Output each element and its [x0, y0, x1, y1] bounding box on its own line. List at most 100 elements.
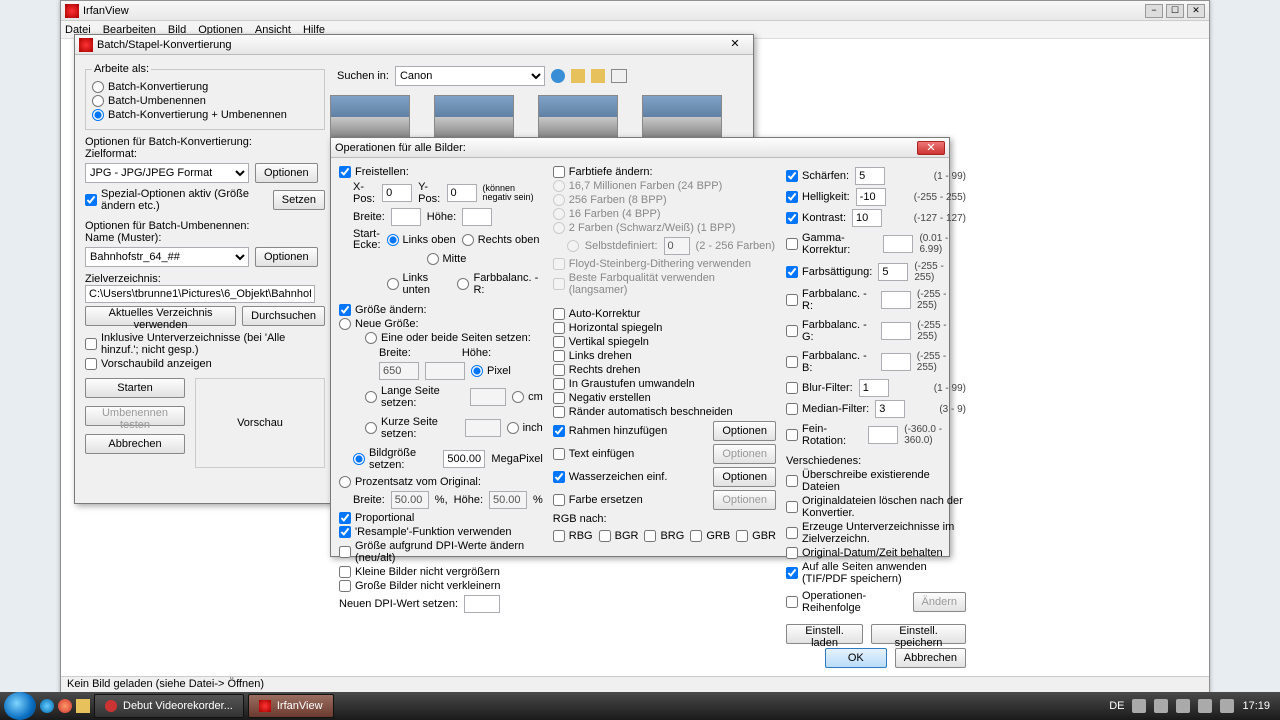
rgb-brg-checkbox[interactable] — [644, 530, 656, 542]
maximize-button[interactable]: ☐ — [1166, 4, 1184, 18]
close-button[interactable]: ✕ — [1187, 4, 1205, 18]
go-icon[interactable] — [551, 69, 565, 83]
crop-checkbox[interactable] — [339, 166, 351, 178]
overwrite-checkbox[interactable] — [786, 475, 798, 487]
blur-checkbox[interactable] — [786, 382, 798, 394]
batch-cancel-button[interactable]: Abbrechen — [85, 434, 185, 454]
ops-titlebar[interactable]: Operationen für alle Bilder: ✕ — [331, 138, 949, 158]
ie-icon[interactable] — [40, 699, 54, 713]
flip-h-checkbox[interactable] — [553, 322, 565, 334]
up-folder-icon[interactable] — [571, 69, 585, 83]
main-titlebar[interactable]: IrfanView − ☐ ✕ — [61, 1, 1209, 21]
explorer-icon[interactable] — [76, 699, 90, 713]
start-button[interactable]: Starten — [85, 378, 185, 398]
text-checkbox[interactable] — [553, 448, 565, 460]
saturation-input[interactable] — [878, 263, 908, 281]
median-input[interactable] — [875, 400, 905, 418]
grayscale-checkbox[interactable] — [553, 378, 565, 390]
color-depth-checkbox[interactable] — [553, 166, 565, 178]
ops-cancel-button[interactable]: Abbrechen — [895, 648, 966, 668]
long-side-radio[interactable] — [365, 391, 377, 403]
xpos-input[interactable] — [382, 184, 412, 202]
frame-options-button[interactable]: Optionen — [713, 421, 776, 441]
browse-dir-button[interactable]: Durchsuchen — [242, 306, 325, 326]
unit-inch-radio[interactable] — [507, 422, 519, 434]
finerot-input[interactable] — [868, 426, 898, 444]
tray-icon[interactable] — [1176, 699, 1190, 713]
save-settings-button[interactable]: Einstell. speichern — [871, 624, 966, 644]
replace-color-checkbox[interactable] — [553, 494, 565, 506]
resize-height-input[interactable] — [425, 362, 465, 380]
short-side-input[interactable] — [465, 419, 501, 437]
percent-radio[interactable] — [339, 476, 351, 488]
negative-checkbox[interactable] — [553, 392, 565, 404]
autocorrect-checkbox[interactable] — [553, 308, 565, 320]
corner-tr-radio[interactable] — [462, 234, 474, 246]
gamma-input[interactable] — [883, 235, 913, 253]
create-subdirs-checkbox[interactable] — [786, 527, 798, 539]
load-settings-button[interactable]: Einstell. laden — [786, 624, 863, 644]
brightness-input[interactable] — [856, 188, 886, 206]
proportional-checkbox[interactable] — [339, 512, 351, 524]
test-rename-button[interactable]: Umbenennen testen — [85, 406, 185, 426]
contrast-checkbox[interactable] — [786, 212, 798, 224]
corner-br-radio[interactable] — [457, 278, 469, 290]
task-irfanview[interactable]: IrfanView — [248, 694, 334, 718]
new-dpi-input[interactable] — [464, 595, 500, 613]
delete-orig-checkbox[interactable] — [786, 501, 798, 513]
oneorboth-radio[interactable] — [365, 332, 377, 344]
tray-icon[interactable] — [1154, 699, 1168, 713]
rotate-right-checkbox[interactable] — [553, 364, 565, 376]
batch-titlebar[interactable]: Batch/Stapel-Konvertierung ✕ — [75, 35, 753, 55]
gamma-checkbox[interactable] — [786, 238, 798, 250]
use-current-dir-button[interactable]: Aktuelles Verzeichnis verwenden — [85, 306, 236, 326]
resample-checkbox[interactable] — [339, 526, 351, 538]
no-enlarge-checkbox[interactable] — [339, 566, 351, 578]
newsize-radio[interactable] — [339, 318, 351, 330]
unit-pixel-radio[interactable] — [471, 365, 483, 377]
crop-height-input[interactable] — [462, 208, 492, 226]
batch-close-button[interactable]: ✕ — [721, 38, 749, 52]
rotate-left-checkbox[interactable] — [553, 350, 565, 362]
ops-close-button[interactable]: ✕ — [917, 141, 945, 155]
ypos-input[interactable] — [447, 184, 477, 202]
mode-ren-radio[interactable] — [92, 95, 104, 107]
mode-both-radio[interactable] — [92, 109, 104, 121]
crop-width-input[interactable] — [391, 208, 421, 226]
look-in-select[interactable]: Canon — [395, 66, 545, 86]
show-preview-checkbox[interactable] — [85, 358, 97, 370]
clock[interactable]: 17:19 — [1242, 700, 1270, 712]
dpi-resize-checkbox[interactable] — [339, 546, 351, 558]
rgb-grb-checkbox[interactable] — [690, 530, 702, 542]
special-options-checkbox[interactable] — [85, 194, 97, 206]
set-options-button[interactable]: Setzen — [273, 190, 325, 210]
frame-checkbox[interactable] — [553, 425, 565, 437]
imgsize-input[interactable] — [443, 450, 485, 468]
contrast-input[interactable] — [852, 209, 882, 227]
mode-conv-radio[interactable] — [92, 81, 104, 93]
rgb-gbr-checkbox[interactable] — [736, 530, 748, 542]
target-dir-input[interactable] — [85, 285, 315, 303]
no-shrink-checkbox[interactable] — [339, 580, 351, 592]
balance-b-checkbox[interactable] — [786, 356, 798, 368]
watermark-checkbox[interactable] — [553, 471, 565, 483]
balance-r-checkbox[interactable] — [786, 294, 798, 306]
unit-cm-radio[interactable] — [512, 391, 524, 403]
resize-width-input[interactable] — [379, 362, 419, 380]
watermark-options-button[interactable]: Optionen — [713, 467, 776, 487]
rgb-rbg-checkbox[interactable] — [553, 530, 565, 542]
corner-bl-radio[interactable] — [387, 278, 399, 290]
op-order-checkbox[interactable] — [786, 596, 798, 608]
all-pages-checkbox[interactable] — [786, 567, 798, 579]
long-side-input[interactable] — [470, 388, 506, 406]
tray-icon[interactable] — [1198, 699, 1212, 713]
ok-button[interactable]: OK — [825, 648, 887, 668]
keep-date-checkbox[interactable] — [786, 547, 798, 559]
pct-height-input[interactable] — [489, 491, 527, 509]
firefox-icon[interactable] — [58, 699, 72, 713]
brightness-checkbox[interactable] — [786, 191, 798, 203]
rgb-bgr-checkbox[interactable] — [599, 530, 611, 542]
median-checkbox[interactable] — [786, 403, 798, 415]
blur-input[interactable] — [859, 379, 889, 397]
thumbnail[interactable] — [642, 95, 722, 143]
